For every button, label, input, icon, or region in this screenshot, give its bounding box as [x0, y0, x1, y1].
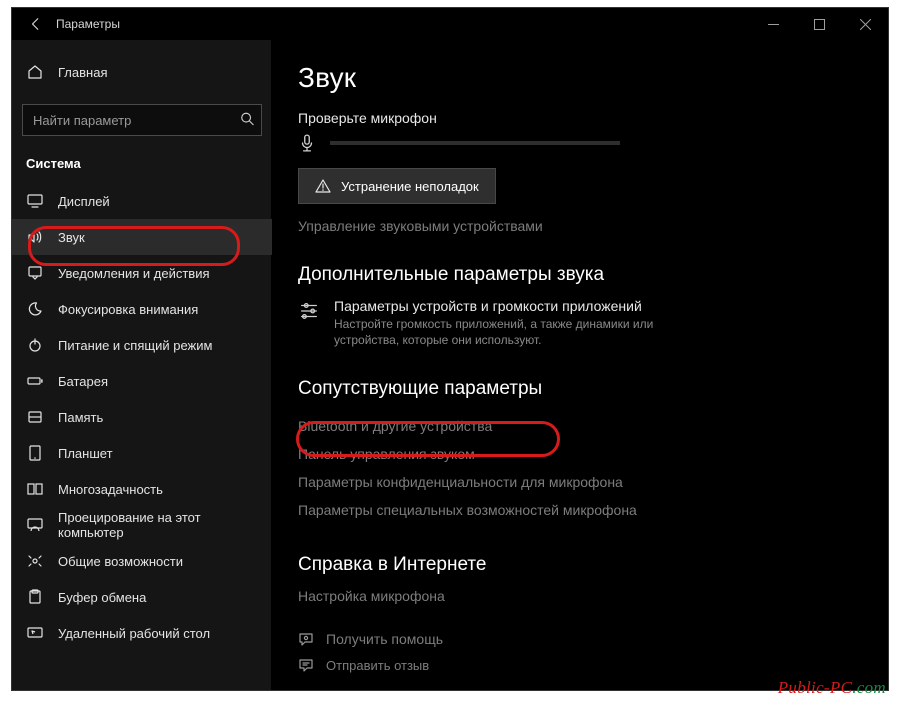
search-input[interactable] — [22, 104, 262, 136]
sidebar-section-label: Система — [12, 152, 272, 179]
web-help-mic-setup[interactable]: Настройка микрофона — [298, 588, 888, 604]
content: Звук Проверьте микрофон Устранение непол… — [272, 40, 888, 690]
help-icon — [298, 631, 314, 647]
sidebar-item-label: Планшет — [58, 446, 113, 461]
remote-desktop-icon — [26, 624, 44, 642]
clipboard-icon — [26, 588, 44, 606]
maximize-button[interactable] — [796, 8, 842, 40]
feedback-link[interactable]: Отправить отзыв — [298, 652, 888, 678]
sidebar-item-label: Общие возможности — [58, 554, 183, 569]
sidebar-item-focus-assist[interactable]: Фокусировка внимания — [12, 291, 272, 327]
display-icon — [26, 192, 44, 210]
sidebar-item-notifications[interactable]: Уведомления и действия — [12, 255, 272, 291]
related-link-sound-control-panel[interactable]: Панель управления звуком — [298, 440, 888, 468]
home-icon — [26, 63, 44, 81]
sidebar-item-power[interactable]: Питание и спящий режим — [12, 327, 272, 363]
microphone-icon — [298, 134, 316, 152]
sidebar-item-label: Дисплей — [58, 194, 110, 209]
manage-sound-devices-link[interactable]: Управление звуковыми устройствами — [298, 218, 888, 234]
sidebar-item-clipboard[interactable]: Буфер обмена — [12, 579, 272, 615]
warning-icon — [315, 178, 331, 194]
sound-icon — [26, 228, 44, 246]
sidebar-item-tablet[interactable]: Планшет — [12, 435, 272, 471]
back-button[interactable] — [18, 8, 54, 40]
get-help-label: Получить помощь — [326, 631, 443, 647]
feedback-label: Отправить отзыв — [326, 658, 429, 673]
projecting-icon — [26, 516, 44, 534]
storage-icon — [26, 408, 44, 426]
sidebar: Главная Система Дисплей — [12, 40, 272, 690]
related-link-mic-ease-of-access[interactable]: Параметры специальных возможностей микро… — [298, 496, 888, 524]
sidebar-item-label: Многозадачность — [58, 482, 163, 497]
mic-level-meter — [330, 141, 620, 145]
related-link-mic-privacy[interactable]: Параметры конфиденциальности для микрофо… — [298, 468, 888, 496]
sidebar-item-label: Память — [58, 410, 103, 425]
related-settings-heading: Сопутствующие параметры — [298, 378, 888, 400]
multitasking-icon — [26, 480, 44, 498]
sidebar-item-display[interactable]: Дисплей — [12, 183, 272, 219]
sidebar-item-label: Проецирование на этот компьютер — [58, 510, 258, 540]
page-title: Звук — [298, 62, 888, 94]
related-link-bluetooth[interactable]: Bluetooth и другие устройства — [298, 412, 888, 440]
troubleshoot-label: Устранение неполадок — [341, 179, 479, 194]
web-help-heading: Справка в Интернете — [298, 554, 888, 576]
sliders-icon — [298, 300, 320, 322]
battery-icon — [26, 372, 44, 390]
mic-check-label: Проверьте микрофон — [298, 110, 888, 126]
sidebar-home[interactable]: Главная — [12, 54, 272, 90]
window-title: Параметры — [54, 17, 120, 31]
close-button[interactable] — [842, 8, 888, 40]
sidebar-item-storage[interactable]: Память — [12, 399, 272, 435]
app-volume-desc: Настройте громкость приложений, а также … — [334, 316, 694, 348]
get-help-link[interactable]: Получить помощь — [298, 626, 888, 652]
search-icon — [240, 112, 254, 129]
sidebar-item-label: Батарея — [58, 374, 108, 389]
power-icon — [26, 336, 44, 354]
sidebar-item-sound[interactable]: Звук — [12, 219, 272, 255]
sidebar-item-label: Фокусировка внимания — [58, 302, 198, 317]
focus-assist-icon — [26, 300, 44, 318]
sidebar-home-label: Главная — [58, 65, 107, 80]
sidebar-item-label: Удаленный рабочий стол — [58, 626, 210, 641]
tablet-icon — [26, 444, 44, 462]
sidebar-item-shared-experiences[interactable]: Общие возможности — [12, 543, 272, 579]
shared-experiences-icon — [26, 552, 44, 570]
sidebar-item-multitasking[interactable]: Многозадачность — [12, 471, 272, 507]
sidebar-item-label: Звук — [58, 230, 85, 245]
sidebar-item-remote-desktop[interactable]: Удаленный рабочий стол — [12, 615, 272, 651]
app-volume-link[interactable]: Параметры устройств и громкости приложен… — [298, 298, 888, 348]
sidebar-item-battery[interactable]: Батарея — [12, 363, 272, 399]
advanced-sound-heading: Дополнительные параметры звука — [298, 264, 888, 286]
sidebar-item-label: Питание и спящий режим — [58, 338, 212, 353]
titlebar: Параметры — [12, 8, 888, 40]
sidebar-list: Дисплей Звук Уведомления и действия — [12, 179, 272, 651]
sidebar-item-label: Буфер обмена — [58, 590, 146, 605]
sidebar-item-projecting[interactable]: Проецирование на этот компьютер — [12, 507, 272, 543]
minimize-button[interactable] — [750, 8, 796, 40]
notifications-icon — [26, 264, 44, 282]
sidebar-item-label: Уведомления и действия — [58, 266, 210, 281]
troubleshoot-button[interactable]: Устранение неполадок — [298, 168, 496, 204]
app-volume-title: Параметры устройств и громкости приложен… — [334, 298, 694, 314]
feedback-icon — [298, 657, 314, 673]
